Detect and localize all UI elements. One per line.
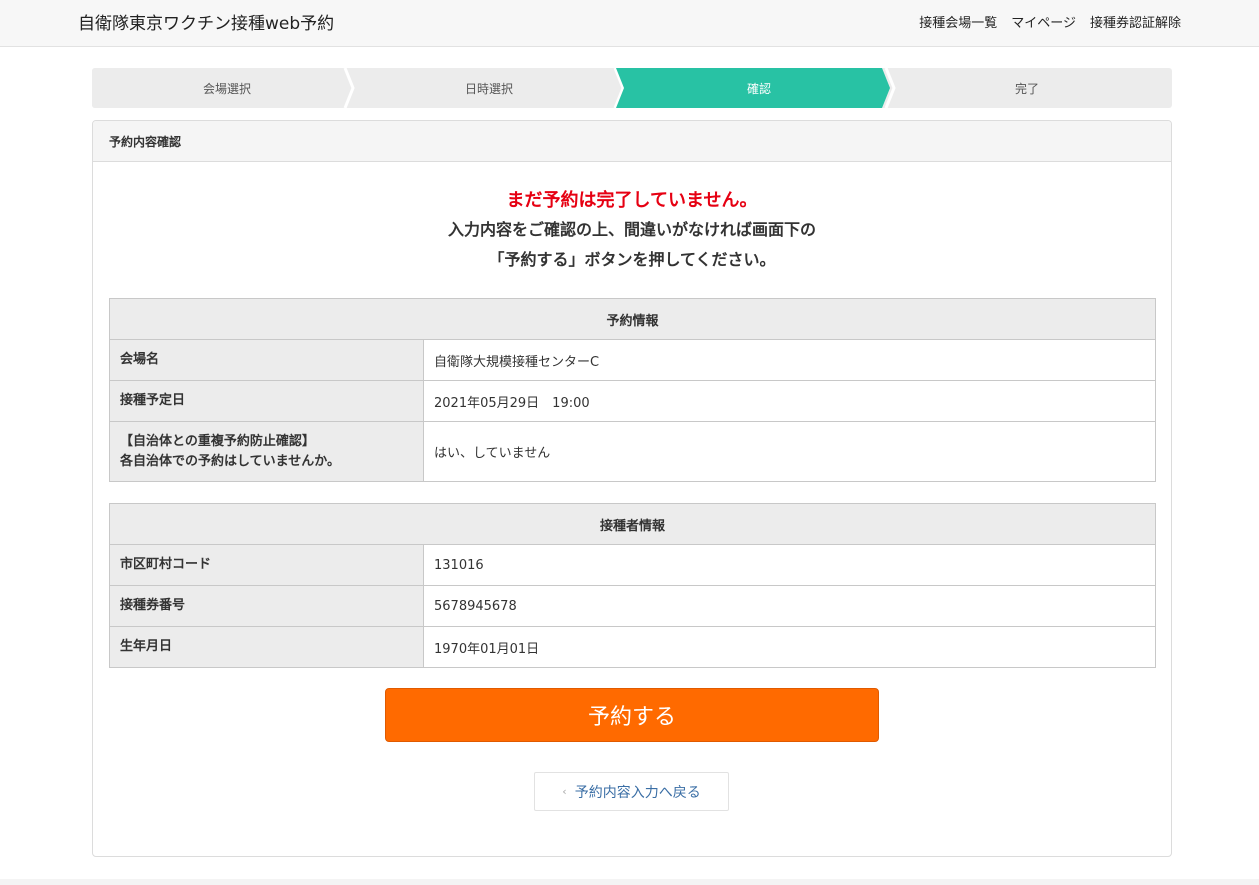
warning-text: まだ予約は完了していません。: [506, 190, 758, 211]
chevron-left-icon: ‹: [562, 785, 567, 798]
reservation-info-caption: 予約情報: [109, 298, 1156, 340]
step-datetime: 日時選択: [464, 81, 513, 96]
recipient-info-table: 接種者情報 市区町村コード 131016 接種券番号 5678945678 生年…: [109, 503, 1156, 668]
notice: まだ予約は完了していません。 入力内容をご確認の上、間違いがなければ画面下の 「…: [93, 187, 1171, 275]
row-label: 接種予定日: [109, 380, 424, 422]
municipality-code-value: 131016: [423, 544, 1156, 586]
duplicate-check-value: はい、していません: [423, 421, 1156, 482]
recipient-info-caption: 接種者情報: [109, 503, 1156, 545]
header-nav: 接種会場一覧 マイページ 接種券認証解除: [919, 12, 1181, 31]
birth-date-value: 1970年01月01日: [423, 626, 1156, 668]
table-row: 接種券番号 5678945678: [109, 585, 1156, 627]
duplicate-check-label-line-2: 各自治体での予約はしていませんか。: [120, 453, 340, 469]
nav-venue-list[interactable]: 接種会場一覧: [919, 12, 997, 31]
site-header: 自衛隊東京ワクチン接種web予約 接種会場一覧 マイページ 接種券認証解除: [0, 0, 1259, 47]
row-label: 市区町村コード: [109, 544, 424, 586]
notice-line-1: 入力内容をご確認の上、間違いがなければ画面下の: [447, 220, 816, 239]
progress-steps: 会場選択 日時選択 確認 完了: [92, 68, 1172, 108]
nav-my-page[interactable]: マイページ: [1011, 12, 1076, 31]
reserve-button[interactable]: 予約する: [385, 688, 879, 742]
table-row: 生年月日 1970年01月01日: [109, 626, 1156, 668]
site-title[interactable]: 自衛隊東京ワクチン接種web予約: [78, 9, 334, 34]
row-label: 接種券番号: [109, 585, 424, 627]
ticket-number-value: 5678945678: [423, 585, 1156, 627]
duplicate-check-label-line-1: 【自治体との重複予約防止確認】: [120, 433, 315, 449]
confirm-panel: 予約内容確認 まだ予約は完了していません。 入力内容をご確認の上、間違いがなけれ…: [92, 120, 1172, 857]
table-row: 市区町村コード 131016: [109, 544, 1156, 586]
back-button-label: 予約内容入力へ戻る: [574, 784, 701, 801]
table-row: 接種予定日 2021年05月29日 19:00: [109, 380, 1156, 422]
panel-title: 予約内容確認: [93, 121, 1171, 162]
step-venue: 会場選択: [202, 81, 251, 96]
notice-line-2: 「予約する」ボタンを押してください。: [488, 250, 776, 269]
row-label: 会場名: [109, 339, 424, 381]
reservation-info-table: 予約情報 会場名 自衛隊大規模接種センターC 接種予定日 2021年05月29日…: [109, 298, 1156, 482]
date-value: 2021年05月29日 19:00: [423, 380, 1156, 422]
back-to-input-button[interactable]: ‹ 予約内容入力へ戻る: [534, 772, 729, 811]
row-label: 生年月日: [109, 626, 424, 668]
step-confirm: 確認: [746, 81, 771, 96]
venue-value: 自衛隊大規模接種センターC: [423, 339, 1156, 381]
step-complete: 完了: [1014, 81, 1039, 96]
table-row: 【自治体との重複予約防止確認】 各自治体での予約はしていませんか。 はい、してい…: [109, 421, 1156, 482]
nav-ticket-unlink[interactable]: 接種券認証解除: [1090, 12, 1181, 31]
row-label: 【自治体との重複予約防止確認】 各自治体での予約はしていませんか。: [109, 421, 424, 482]
table-row: 会場名 自衛隊大規模接種センターC: [109, 339, 1156, 381]
